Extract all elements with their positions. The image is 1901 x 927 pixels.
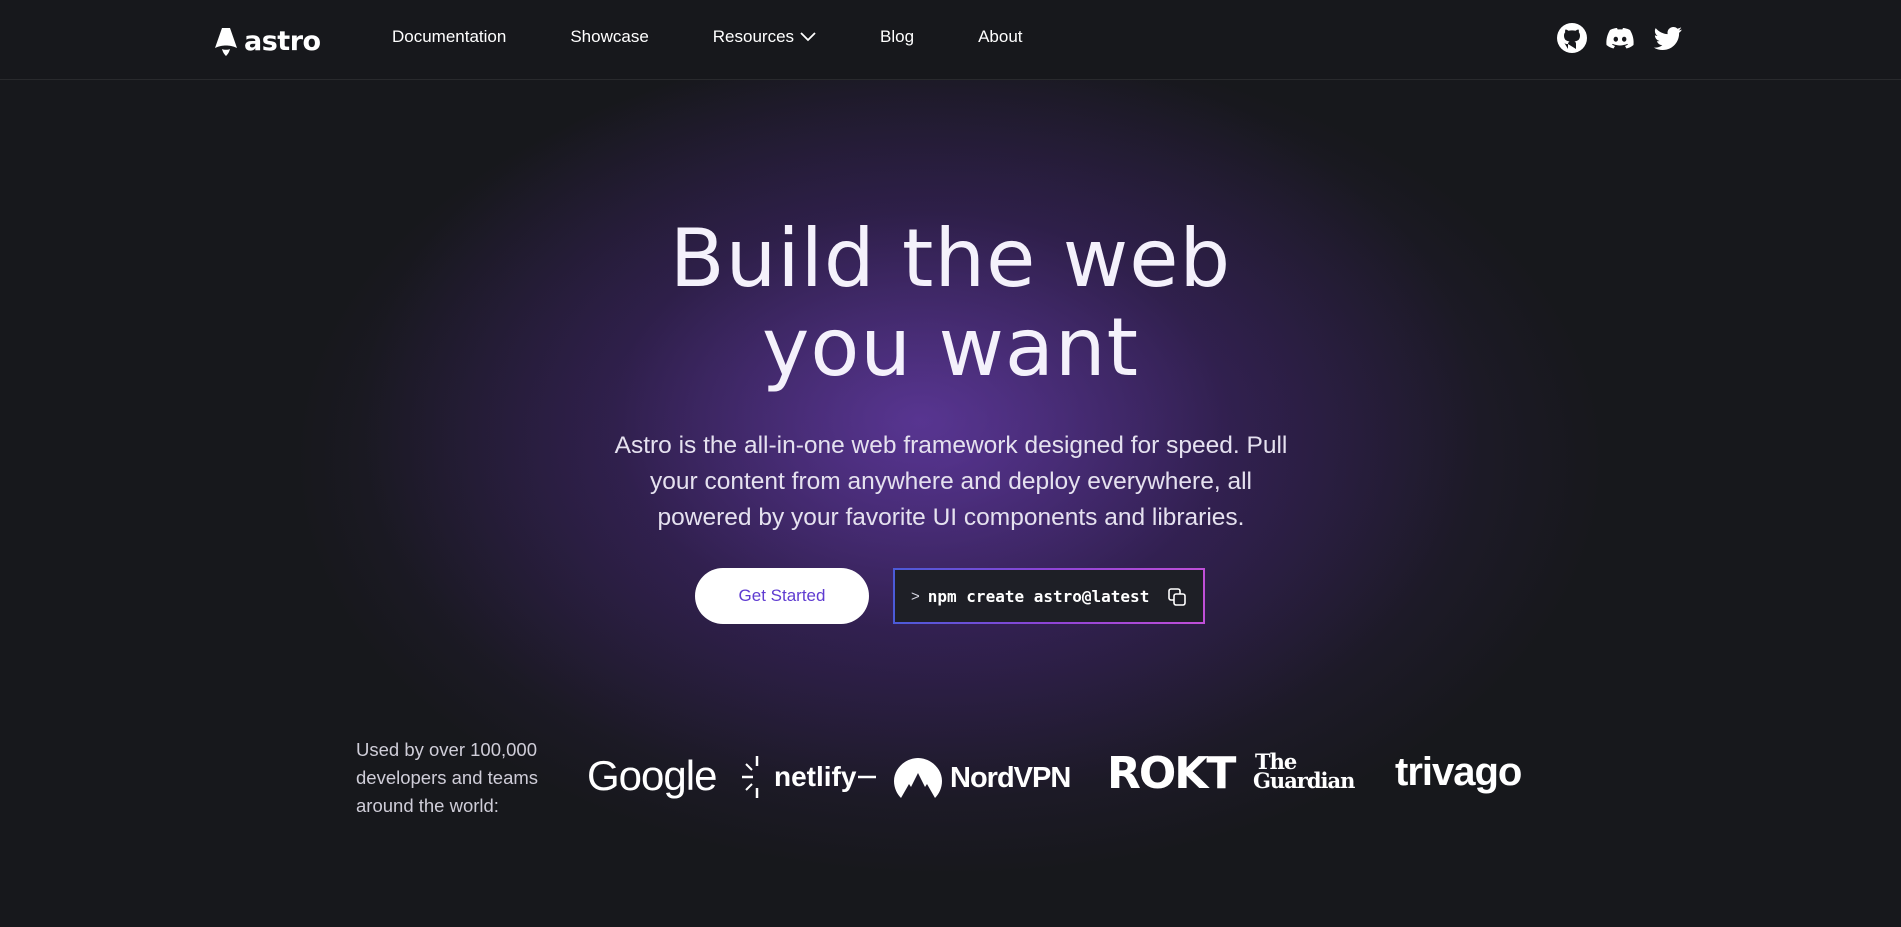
netlify-dash-icon [858, 775, 877, 779]
trivago-logo: trivago [1395, 750, 1522, 794]
chevron-right-icon: > [911, 587, 920, 605]
astro-wordmark: astro [244, 25, 321, 57]
google-logo: Google [587, 752, 717, 799]
hero-title-line2: you want [762, 301, 1139, 394]
nav-showcase[interactable]: Showcase [570, 27, 648, 47]
nav-resources-label: Resources [712, 27, 795, 46]
hero-subtitle-line2: your content from anywhere and deploy ev… [650, 468, 1252, 495]
guardian-line2: Guardian [1253, 768, 1355, 793]
twitter-icon[interactable] [1652, 22, 1684, 54]
install-command-text: npm create astro@latest [927, 586, 1150, 606]
used-by-text: Used by over 100,000 developers and team… [356, 736, 556, 820]
nav-documentation[interactable]: Documentation [392, 27, 506, 47]
nav-resources[interactable]: Resources [713, 27, 816, 47]
hero-title: Build the web you want [0, 214, 1901, 392]
used-by-line3: around the world: [356, 795, 499, 816]
netlify-burst-icon [742, 756, 759, 798]
netlify-wordmark: netlify [774, 761, 857, 792]
guardian-logo: The Guardian [1253, 751, 1355, 793]
nordvpn-logo: NordVPN [892, 756, 1071, 800]
netlify-logo: netlify [742, 754, 877, 800]
nav-blog[interactable]: Blog [880, 27, 914, 47]
site-header: astro Documentation Showcase Resources B… [0, 0, 1901, 80]
chevron-down-icon [800, 32, 816, 42]
main-nav: Documentation Showcase Resources Blog Ab… [392, 27, 1087, 47]
astro-rocket-icon [215, 28, 237, 56]
get-started-button[interactable]: Get Started [695, 568, 869, 624]
github-icon[interactable] [1556, 22, 1588, 54]
hero-subtitle-line1: Astro is the all-in-one web framework de… [614, 432, 1288, 459]
used-by-line2: developers and teams [356, 767, 539, 788]
install-command-box[interactable]: > npm create astro@latest [893, 568, 1205, 624]
nav-about[interactable]: About [978, 27, 1022, 47]
social-links [1556, 22, 1684, 54]
nordvpn-wordmark: NordVPN [950, 761, 1071, 794]
nordvpn-mountain-icon [894, 758, 942, 798]
hero-subtitle-line3: powered by your favorite UI components a… [657, 504, 1245, 531]
copy-icon[interactable] [1167, 587, 1187, 607]
rokt-logo: ROKT [1107, 748, 1236, 799]
astro-logo[interactable]: astro [214, 24, 321, 58]
used-by-line1: Used by over 100,000 [356, 739, 538, 760]
discord-icon[interactable] [1604, 22, 1636, 54]
hero-subtitle: Astro is the all-in-one web framework de… [596, 428, 1306, 536]
hero-title-line1: Build the web [669, 212, 1232, 305]
